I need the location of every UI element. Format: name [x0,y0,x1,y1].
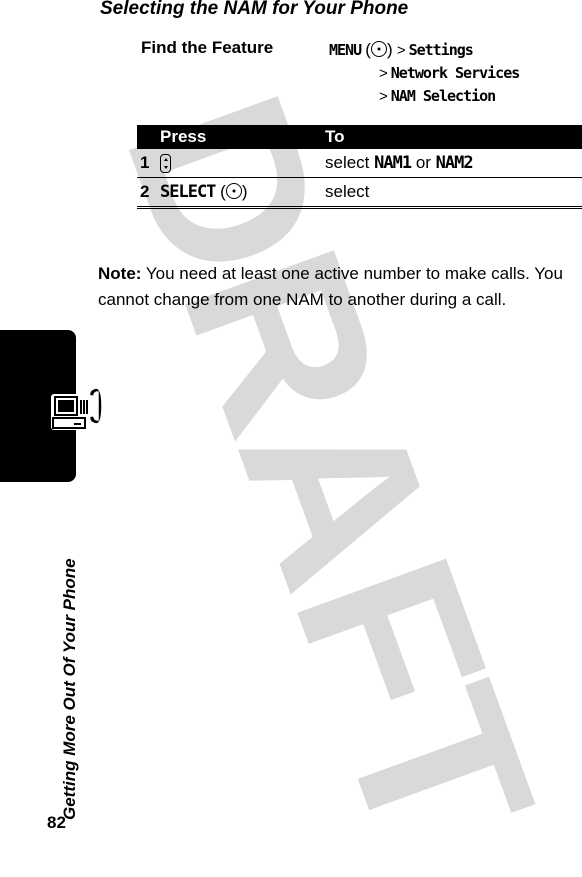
table-row: 2 SELECT () select [137,177,582,209]
note-label: Note: [98,264,142,283]
menu-path-line-2: > Network Services [329,62,520,85]
option-nam2: NAM2 [435,153,474,173]
navigation-key-up-down-icon [160,154,171,173]
note-text: You need at least one active number to m… [98,264,563,309]
menu-path-line-1: MENU () > Settings [329,40,474,59]
step-number: 2 [137,177,160,209]
select-key-label: SELECT [160,182,216,202]
step-to-text: select [325,153,375,172]
step-press [160,149,325,178]
table-row: 1 select NAM1 or NAM2 [137,149,582,178]
menu-path: MENU () > Settings > Network Services > NAM… [329,38,520,108]
step-to: select NAM1 or NAM2 [325,149,582,178]
header-num [137,125,160,149]
header-to: To [325,125,582,149]
path-separator: > [379,65,388,82]
steps-table: Press To 1 select NAM1 or NAM2 2 SELECT … [137,125,582,209]
path-separator: > [379,88,388,105]
header-press: Press [160,125,325,149]
page-number: 82 [47,813,66,832]
menu-path-item: NAM Selection [390,87,496,105]
option-nam1: NAM1 [374,153,412,173]
path-separator: > [396,42,406,59]
center-select-key-icon [225,183,242,199]
find-feature-label: Find the Feature [141,38,274,57]
step-to: select [325,177,582,209]
step-number: 1 [137,149,160,178]
menu-path-item: Settings [408,41,474,59]
step-to-text: or [411,153,436,172]
note-paragraph: Note: You need at least one active numbe… [98,261,582,313]
chapter-title: Getting More Out Of Your Phone [60,558,79,820]
table-header-row: Press To [137,125,582,149]
menu-key-label: MENU [329,41,362,59]
menu-path-line-3: > NAM Selection [329,85,519,108]
section-title: Selecting the NAM for Your Phone [100,0,409,19]
center-select-key-icon [370,41,387,57]
computer-phone-icon [50,380,114,445]
menu-path-item: Network Services [390,64,520,82]
step-press: SELECT () [160,177,325,209]
